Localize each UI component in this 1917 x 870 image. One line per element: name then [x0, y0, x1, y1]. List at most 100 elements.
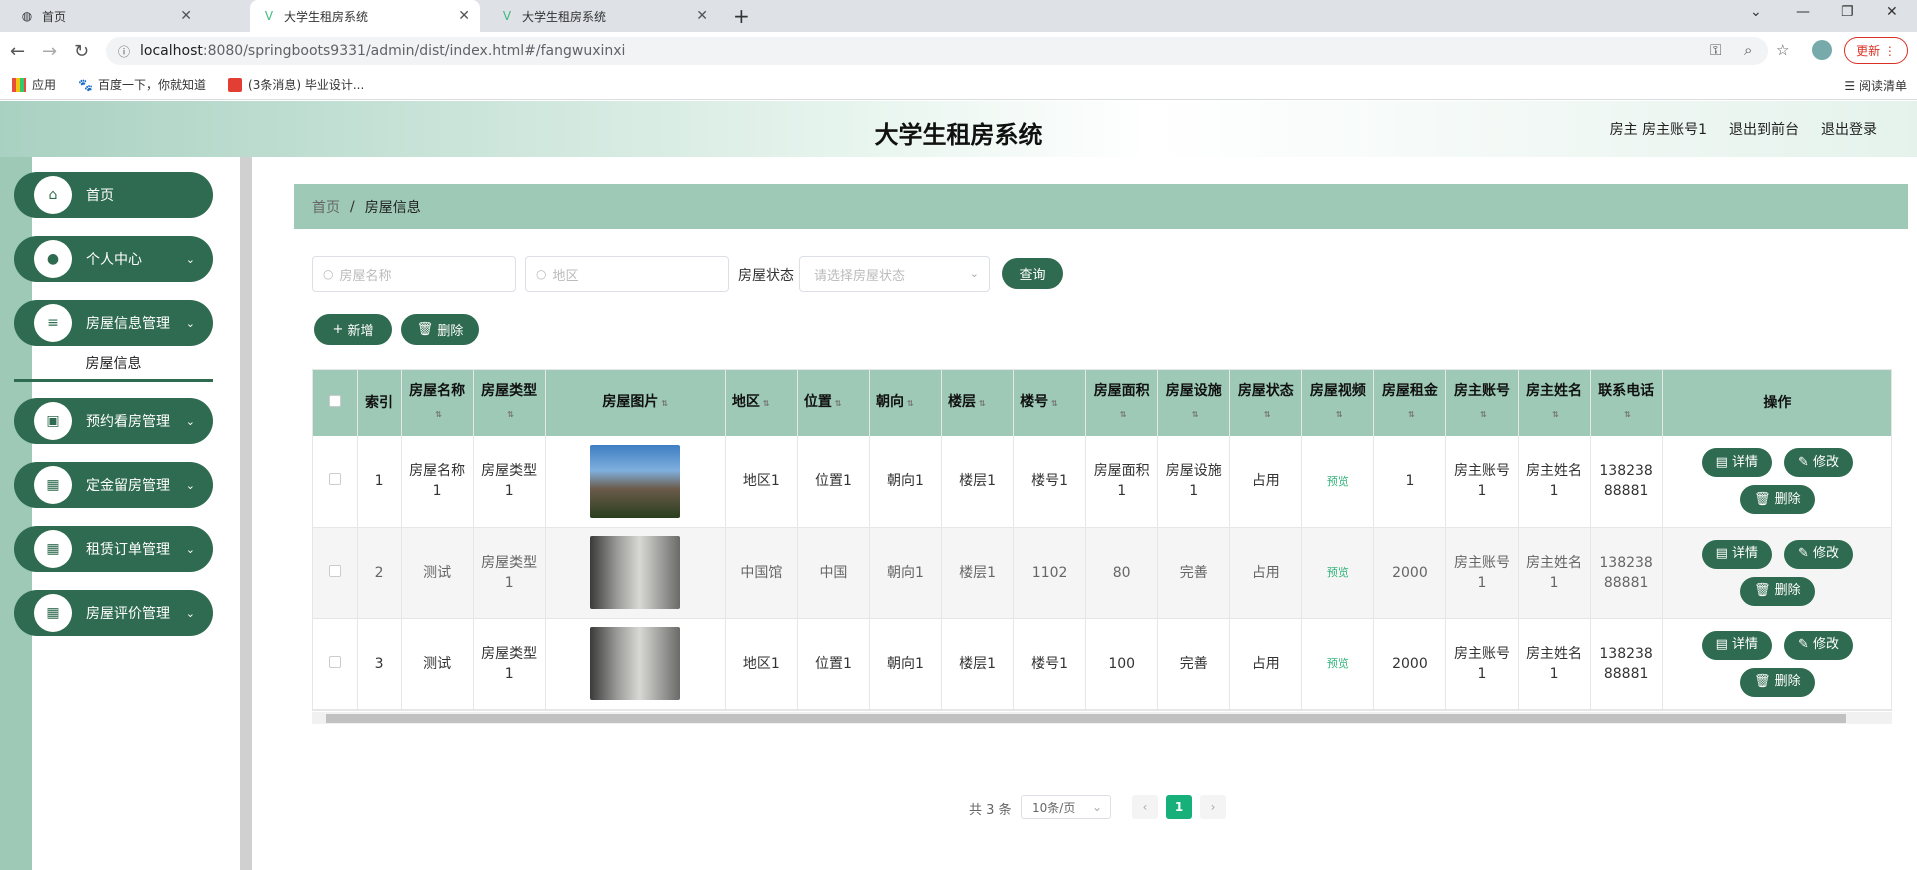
detail-button[interactable]: ▤ 详情 [1701, 539, 1773, 569]
video-preview-link[interactable]: 预览 [1327, 657, 1349, 670]
sidebar-subitem-house-info[interactable]: 房屋信息 [14, 346, 213, 382]
bookmark-apps[interactable]: 应用 [12, 76, 56, 93]
forward-icon[interactable]: → [42, 41, 57, 62]
column-header[interactable]: 房屋租金 ⇅ [1373, 370, 1447, 436]
table-horizontal-scrollbar[interactable] [312, 712, 1892, 724]
row-checkbox[interactable] [328, 473, 341, 486]
sidebar-item-reviews[interactable]: ▦ 房屋评价管理 ⌄ [14, 590, 213, 636]
logout-link[interactable]: 退出登录 [1821, 119, 1877, 139]
page-size-select[interactable]: 10条/页 ⌄ [1021, 795, 1111, 819]
column-header[interactable]: 房屋视频 ⇅ [1301, 370, 1375, 436]
edit-button[interactable]: ✎ 修改 [1784, 539, 1854, 569]
sort-icon[interactable]: ⇅ [1480, 410, 1487, 419]
sort-icon[interactable]: ⇅ [1408, 410, 1415, 419]
url-input[interactable]: ⓘ localhost:8080/springboots9331/admin/d… [106, 37, 1768, 65]
column-header[interactable]: 朝向 ⇅ [869, 370, 943, 436]
column-header[interactable]: 房屋面积 ⇅ [1085, 370, 1159, 436]
sort-icon[interactable]: ⇅ [763, 399, 770, 408]
sidebar-item-house-info[interactable]: ≡ 房屋信息管理 ⌄ [14, 300, 213, 346]
detail-button[interactable]: ▤ 详情 [1701, 630, 1773, 660]
column-header[interactable]: 房屋设施 ⇅ [1157, 370, 1231, 436]
avatar[interactable] [1812, 40, 1832, 60]
breadcrumb-home[interactable]: 首页 [312, 197, 340, 217]
sort-icon[interactable]: ⇅ [507, 410, 514, 419]
browser-tab-active[interactable]: V 大学生租房系统 ✕ [250, 0, 480, 32]
select-cell[interactable] [313, 436, 358, 528]
batch-delete-button[interactable]: 🗑 删除 [401, 314, 479, 345]
column-header[interactable]: 房屋类型 ⇅ [473, 370, 546, 436]
house-photo[interactable] [590, 536, 681, 609]
column-header[interactable]: 房屋图片 ⇅ [545, 370, 726, 436]
house-photo[interactable] [590, 444, 681, 518]
sidebar-item-viewing[interactable]: ▣ 预约看房管理 ⌄ [14, 398, 213, 444]
sort-icon[interactable]: ⇅ [435, 410, 442, 419]
column-header[interactable]: 位置 ⇅ [797, 370, 870, 436]
row-checkbox[interactable] [328, 564, 341, 577]
house-name-input[interactable]: ○ 房屋名称 [312, 256, 516, 292]
browser-tab-3[interactable]: V 大学生租房系统 ✕ [488, 0, 718, 32]
close-icon[interactable]: ✕ [696, 8, 708, 24]
page-number-button[interactable]: 1 [1166, 795, 1192, 819]
next-page-button[interactable]: › [1200, 795, 1226, 819]
scrollbar-thumb[interactable] [326, 714, 1846, 723]
select-cell[interactable] [313, 527, 358, 619]
update-button[interactable]: 更新 ⋮ [1844, 37, 1908, 64]
sort-icon[interactable]: ⇅ [1336, 410, 1343, 419]
close-icon[interactable]: ✕ [458, 8, 470, 24]
column-header[interactable]: 联系电话 ⇅ [1590, 370, 1663, 436]
select-all-cell[interactable] [313, 370, 358, 436]
bookmark-baidu[interactable]: 🐾 百度一下，你就知道 [78, 76, 206, 93]
close-icon[interactable]: ✕ [180, 8, 192, 24]
row-checkbox[interactable] [328, 655, 341, 668]
key-icon[interactable]: ⚿ [1710, 41, 1721, 59]
column-header[interactable]: 房主账号 ⇅ [1445, 370, 1519, 436]
edit-button[interactable]: ✎ 修改 [1784, 630, 1854, 660]
edit-button[interactable]: ✎ 修改 [1784, 448, 1854, 478]
sidebar-item-home[interactable]: ⌂ 首页 [14, 172, 213, 218]
column-header[interactable]: 房主姓名 ⇅ [1518, 370, 1591, 436]
video-preview-link[interactable]: 预览 [1327, 475, 1349, 488]
new-tab-icon[interactable]: + [733, 4, 750, 28]
restore-icon[interactable]: ❐ [1841, 4, 1854, 20]
sidebar-item-profile[interactable]: ● 个人中心 ⌄ [14, 236, 213, 282]
add-button[interactable]: + 新增 [314, 314, 392, 345]
select-all-checkbox[interactable] [328, 395, 341, 407]
sidebar-scrollbar[interactable] [240, 157, 252, 870]
column-header[interactable]: 楼层 ⇅ [941, 370, 1015, 436]
sort-icon[interactable]: ⇅ [661, 399, 668, 408]
column-header[interactable]: 房屋状态 ⇅ [1229, 370, 1303, 436]
tab-search-icon[interactable]: ⌄ [1750, 4, 1762, 20]
sidebar-item-orders[interactable]: ▦ 租赁订单管理 ⌄ [14, 526, 213, 572]
back-icon[interactable]: ← [10, 41, 25, 62]
delete-button[interactable]: 🗑 删除 [1740, 576, 1815, 606]
column-header[interactable]: 楼号 ⇅ [1013, 370, 1087, 436]
sort-icon[interactable]: ⇅ [1192, 410, 1199, 419]
browser-tab-home[interactable]: ◍ 首页 ✕ [8, 0, 202, 32]
column-header[interactable]: 地区 ⇅ [725, 370, 798, 436]
sort-icon[interactable]: ⇅ [835, 399, 842, 408]
sort-icon[interactable]: ⇅ [907, 399, 914, 408]
close-window-icon[interactable]: ✕ [1886, 4, 1898, 20]
area-input[interactable]: ○ 地区 [525, 256, 729, 292]
sort-icon[interactable]: ⇅ [1051, 399, 1058, 408]
column-header[interactable]: 房屋名称 ⇅ [401, 370, 474, 436]
query-button[interactable]: 查询 [1002, 258, 1063, 289]
prev-page-button[interactable]: ‹ [1132, 795, 1158, 819]
video-preview-link[interactable]: 预览 [1327, 566, 1349, 579]
house-photo[interactable] [590, 627, 681, 700]
minimize-icon[interactable]: — [1796, 4, 1810, 20]
column-header[interactable]: 索引 [357, 370, 402, 436]
to-front-link[interactable]: 退出到前台 [1729, 119, 1799, 139]
sort-icon[interactable]: ⇅ [979, 399, 986, 408]
reload-icon[interactable]: ↻ [74, 41, 89, 62]
sort-icon[interactable]: ⇅ [1624, 410, 1631, 419]
status-select[interactable]: 请选择房屋状态 ⌄ [799, 256, 990, 292]
star-icon[interactable]: ☆ [1776, 41, 1789, 59]
delete-button[interactable]: 🗑 删除 [1740, 667, 1815, 697]
reading-list[interactable]: ☰ 阅读清单 [1844, 77, 1907, 94]
sort-icon[interactable]: ⇅ [1264, 410, 1271, 419]
sidebar-item-deposit[interactable]: ▦ 定金留房管理 ⌄ [14, 462, 213, 508]
sort-icon[interactable]: ⇅ [1120, 410, 1127, 419]
detail-button[interactable]: ▤ 详情 [1701, 448, 1773, 478]
zoom-icon[interactable]: ⌕ [1744, 41, 1752, 59]
